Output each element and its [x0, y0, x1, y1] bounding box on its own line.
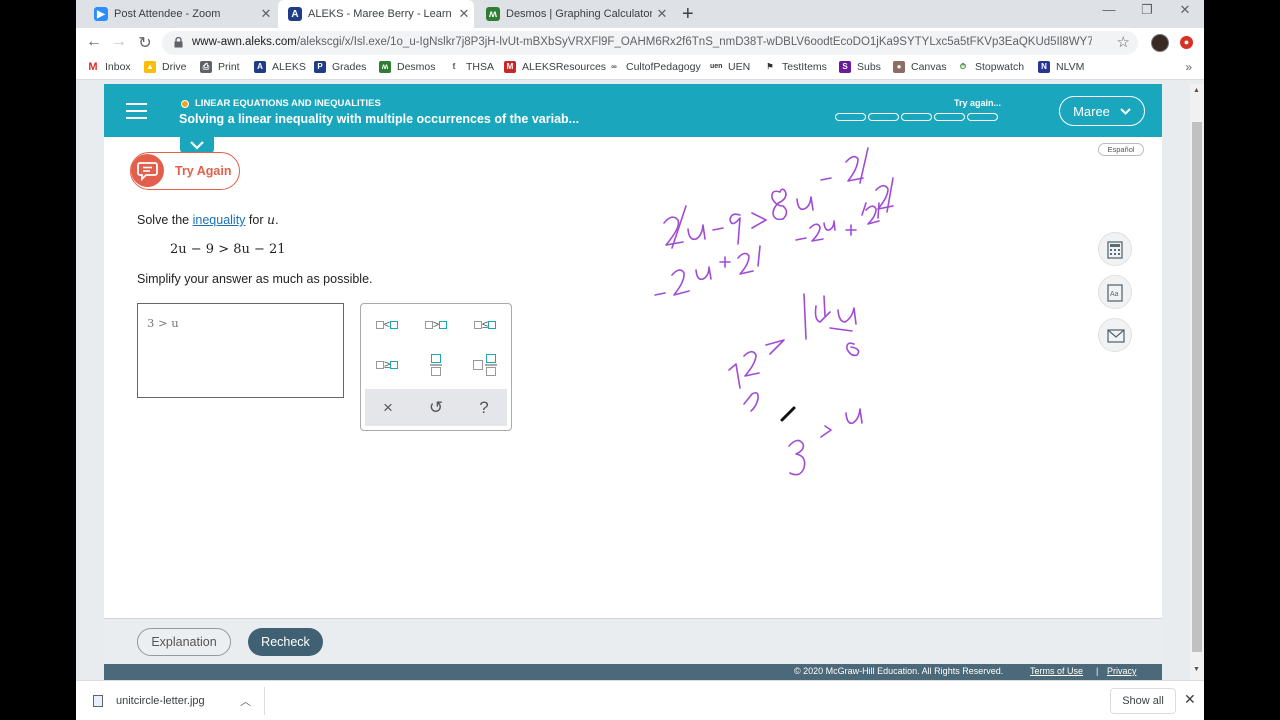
browser-window: ▶ Post Attendee - Zoom ✕ A ALEKS - Maree…	[76, 0, 1204, 720]
right-letterbox	[1204, 0, 1280, 720]
pen-cursor-icon	[780, 406, 796, 422]
handwriting-annotation	[654, 147, 894, 476]
left-letterbox	[0, 0, 76, 720]
